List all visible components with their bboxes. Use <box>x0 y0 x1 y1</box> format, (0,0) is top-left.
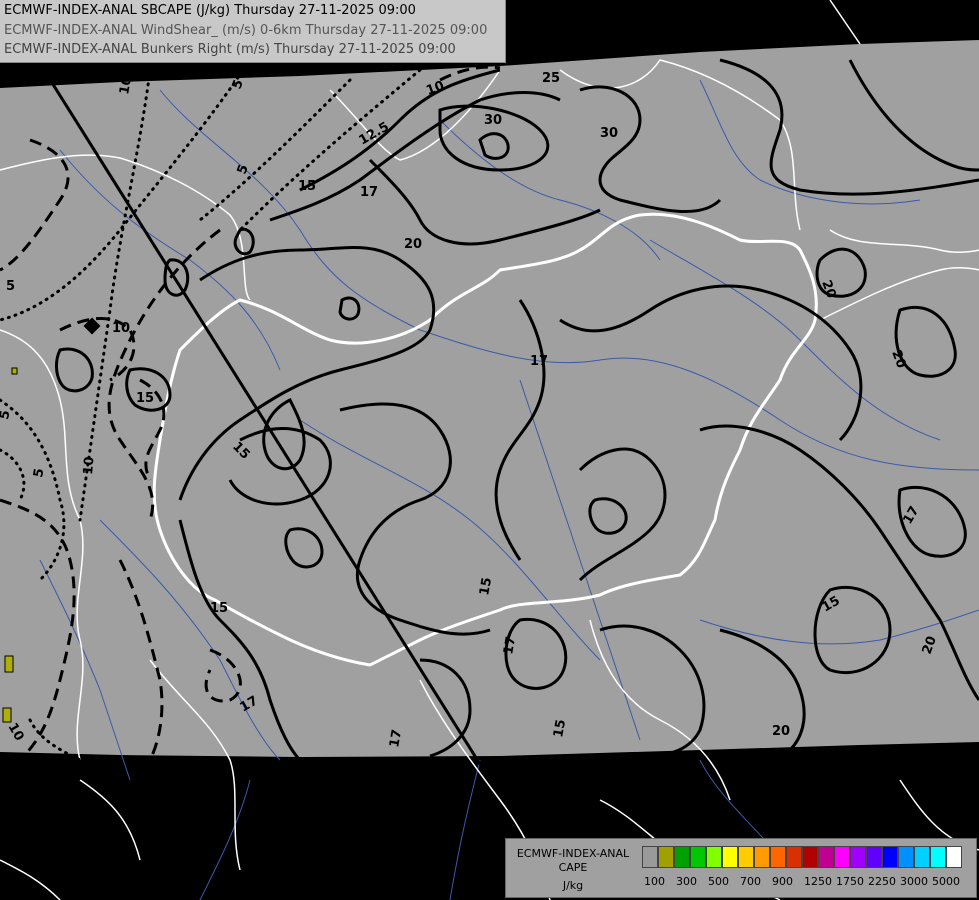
legend-swatch <box>802 846 818 868</box>
contour-label: 15 <box>477 576 495 596</box>
legend-swatch <box>866 846 882 868</box>
legend-tick-label: 700 <box>740 875 761 888</box>
map-title-panel: ECMWF-INDEX-ANAL SBCAPE (J/kg) Thursday … <box>0 0 506 63</box>
contour-label: 15 <box>551 718 569 738</box>
title-windshear: ECMWF-INDEX-ANAL WindShear_ (m/s) 0-6km … <box>4 23 488 38</box>
contour-label: 17 <box>387 728 405 748</box>
legend-swatch <box>914 846 930 868</box>
legend-tick-label: 5000 <box>932 875 960 888</box>
contour-label: 25 <box>542 71 560 86</box>
contour-label: 30 <box>484 113 502 128</box>
legend-tick-label: 500 <box>708 875 729 888</box>
contour-label: 10 <box>112 321 130 336</box>
legend-tick-label: 1250 <box>804 875 832 888</box>
legend-swatch <box>642 846 658 868</box>
legend-swatch <box>658 846 674 868</box>
cape-legend: ECMWF-INDEX-ANAL CAPE J/kg 100 300 500 700 9… <box>505 838 977 898</box>
legend-tick-label: 2250 <box>868 875 896 888</box>
legend-swatch <box>930 846 946 868</box>
contour-label: 17 <box>360 185 378 200</box>
legend-swatch <box>946 846 962 868</box>
legend-tick-label: 1750 <box>836 875 864 888</box>
contour-label: 10 <box>117 75 135 95</box>
legend-swatch <box>770 846 786 868</box>
contour-label: 20 <box>404 237 422 252</box>
contour-label: 15 <box>136 391 154 406</box>
cape-map: 10 5 5 5 5 5 10 10 10 12.5 15 17 20 25 3… <box>0 0 979 900</box>
legend-swatch <box>722 846 738 868</box>
legend-variable: CAPE <box>558 861 588 874</box>
legend-swatch <box>690 846 706 868</box>
legend-tick-label: 900 <box>772 875 793 888</box>
legend-tick-label: 300 <box>676 875 697 888</box>
title-sbcape: ECMWF-INDEX-ANAL SBCAPE (J/kg) Thursday … <box>4 3 416 18</box>
contour-label: 10 <box>81 456 98 475</box>
legend-swatch <box>818 846 834 868</box>
title-bunkers: ECMWF-INDEX-ANAL Bunkers Right (m/s) Thu… <box>4 42 456 57</box>
legend-swatch <box>898 846 914 868</box>
contour-label: 20 <box>772 724 790 739</box>
legend-swatch <box>738 846 754 868</box>
legend-swatch <box>706 846 722 868</box>
contour-label: 17 <box>501 635 519 655</box>
contour-label: 5 <box>6 279 15 294</box>
contour-label: 15 <box>210 601 228 616</box>
legend-swatch <box>850 846 866 868</box>
legend-swatch <box>674 846 690 868</box>
legend-tick-label: 3000 <box>900 875 928 888</box>
contour-label: 15 <box>298 179 316 194</box>
contour-label: 17 <box>530 354 548 369</box>
legend-model: ECMWF-INDEX-ANAL <box>516 847 630 860</box>
legend-swatch <box>786 846 802 868</box>
legend-swatch <box>834 846 850 868</box>
legend-swatch <box>754 846 770 868</box>
legend-unit: J/kg <box>562 879 584 892</box>
legend-swatch <box>882 846 898 868</box>
contour-label: 30 <box>600 126 618 141</box>
legend-tick-label: 100 <box>644 875 665 888</box>
